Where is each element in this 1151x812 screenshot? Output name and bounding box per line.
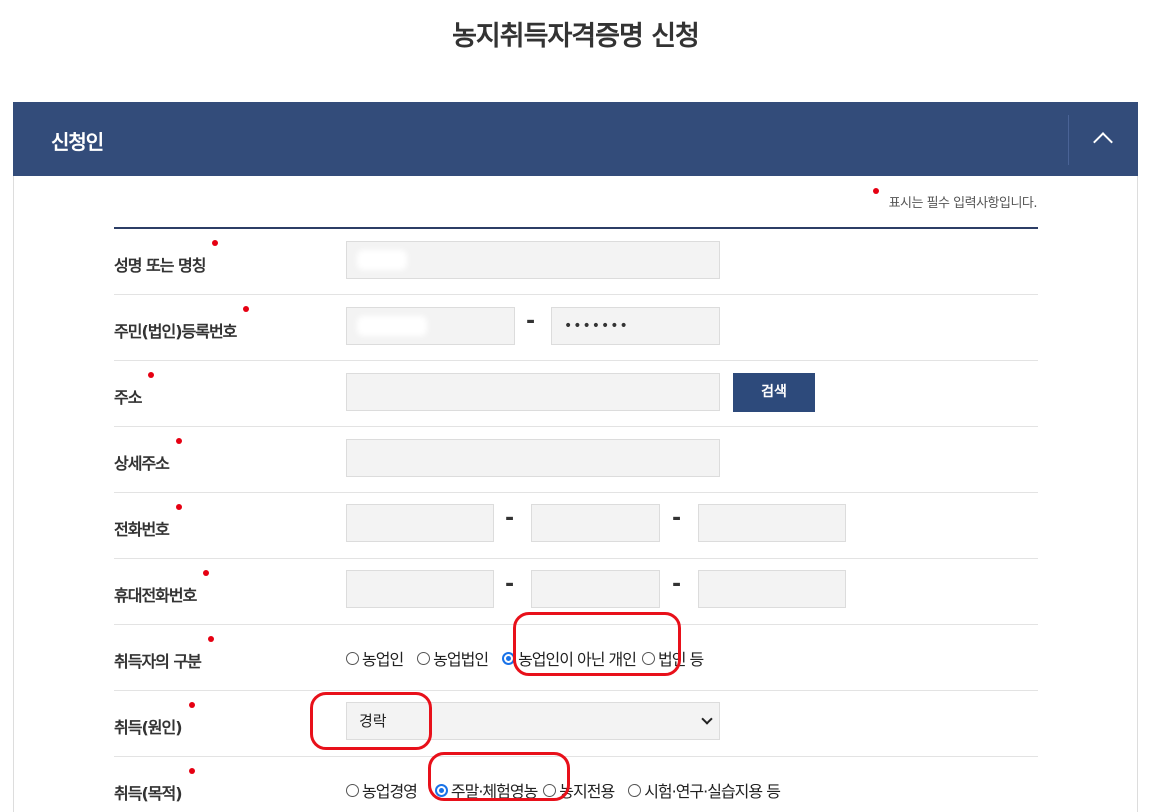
acquirer-type-label: 취득자의 구분 xyxy=(114,636,214,672)
radio-checked-icon xyxy=(502,651,516,665)
radio-icon xyxy=(346,651,359,665)
redacted-value xyxy=(357,250,407,270)
address-row: 주소 검색 xyxy=(114,361,1038,427)
address-input[interactable] xyxy=(346,373,720,411)
required-dot-icon xyxy=(212,240,219,246)
mobile-part3-input[interactable] xyxy=(698,570,846,608)
acquirer-type-option-farmer[interactable]: 농업인 xyxy=(346,646,404,670)
required-dot-icon xyxy=(188,768,195,774)
required-dot-icon xyxy=(188,702,195,708)
detail-address-input[interactable] xyxy=(346,439,720,477)
radio-icon xyxy=(417,651,431,665)
mobile-part2-input[interactable] xyxy=(531,570,660,608)
collapse-button[interactable] xyxy=(1068,115,1138,165)
purpose-option-conversion[interactable]: 농지전용 xyxy=(543,778,615,802)
required-dot-icon xyxy=(175,438,182,444)
radio-icon xyxy=(346,783,359,797)
separator: - xyxy=(672,506,682,531)
acquirer-type-option-non-farmer[interactable]: 농업인이 아닌 개인 xyxy=(502,646,637,670)
address-search-button[interactable]: 검색 xyxy=(733,373,815,412)
acquisition-purpose-label: 취득(목적) xyxy=(114,768,195,804)
page-title: 농지취득자격증명 신청 xyxy=(452,21,700,52)
resident-number-front-input[interactable] xyxy=(346,307,515,345)
required-dot-icon xyxy=(872,188,879,194)
purpose-option-weekend-farming[interactable]: 주말·체험영농 xyxy=(434,778,538,802)
chevron-up-icon xyxy=(1093,132,1113,152)
address-label: 주소 xyxy=(114,372,155,408)
detail-address-label: 상세주소 xyxy=(114,438,182,474)
purpose-option-research[interactable]: 시험·연구·실습지용 등 xyxy=(628,778,781,802)
acquisition-cause-select[interactable]: 경락 xyxy=(346,702,720,740)
required-note: 표시는 필수 입력사항입니다. xyxy=(872,188,1038,211)
phone-part1-input[interactable] xyxy=(346,504,494,542)
radio-icon xyxy=(543,783,557,797)
separator: - xyxy=(672,572,682,597)
phone-part2-input[interactable] xyxy=(531,504,660,542)
required-dot-icon xyxy=(207,636,214,642)
phone-row: 전화번호 - - xyxy=(114,493,1038,559)
acquisition-purpose-radio-group: 농업경영 주말·체험영농 농지전용 시험·연구·실습지용 등 xyxy=(346,757,794,812)
name-input[interactable] xyxy=(346,241,720,279)
phone-label: 전화번호 xyxy=(114,504,182,540)
radio-icon xyxy=(628,783,642,797)
redacted-value xyxy=(357,316,427,336)
separator: - xyxy=(505,572,515,597)
mobile-part1-input[interactable] xyxy=(346,570,494,608)
acquirer-type-option-corporation[interactable]: 법인 등 xyxy=(642,646,704,670)
purpose-option-farming[interactable]: 농업경영 xyxy=(346,778,418,802)
required-dot-icon xyxy=(203,570,210,576)
separator: - xyxy=(505,506,515,531)
resident-number-label: 주민(법인)등록번호 xyxy=(114,306,250,342)
mobile-label: 휴대전화번호 xyxy=(114,570,210,606)
acquirer-type-radio-group: 농업인 농업법인 농업인이 아닌 개인 법인 등 xyxy=(346,625,717,691)
name-row: 성명 또는 명칭 xyxy=(114,229,1038,295)
detail-address-row: 상세주소 xyxy=(114,427,1038,493)
applicant-panel-header: 신청인 xyxy=(13,102,1138,176)
acquisition-cause-label: 취득(원인) xyxy=(114,702,195,738)
separator: - xyxy=(526,309,536,334)
panel-title: 신청인 xyxy=(51,130,104,154)
required-dot-icon xyxy=(175,504,182,510)
acquisition-purpose-row: 취득(목적) 농업경영 주말·체험영농 농지전용 시험·연구·실습지용 등 xyxy=(114,757,1038,812)
radio-checked-icon xyxy=(434,783,448,797)
chevron-down-icon xyxy=(701,713,713,725)
required-dot-icon xyxy=(243,306,250,312)
radio-icon xyxy=(642,651,655,665)
phone-part3-input[interactable] xyxy=(698,504,846,542)
resident-number-row: 주민(법인)등록번호 - ••••••• xyxy=(114,295,1038,361)
name-label: 성명 또는 명칭 xyxy=(114,240,219,276)
applicant-form: 표시는 필수 입력사항입니다. 성명 또는 명칭 주민(법인)등록번호 - ••… xyxy=(13,176,1138,812)
required-dot-icon xyxy=(148,372,155,378)
resident-number-back-input[interactable]: ••••••• xyxy=(551,307,720,345)
mobile-row: 휴대전화번호 - - xyxy=(114,559,1038,625)
acquisition-cause-row: 취득(원인) 경락 xyxy=(114,691,1038,757)
acquirer-type-row: 취득자의 구분 농업인 농업법인 농업인이 아닌 개인 법인 등 xyxy=(114,625,1038,691)
acquirer-type-option-farm-corp[interactable]: 농업법인 xyxy=(417,646,489,670)
